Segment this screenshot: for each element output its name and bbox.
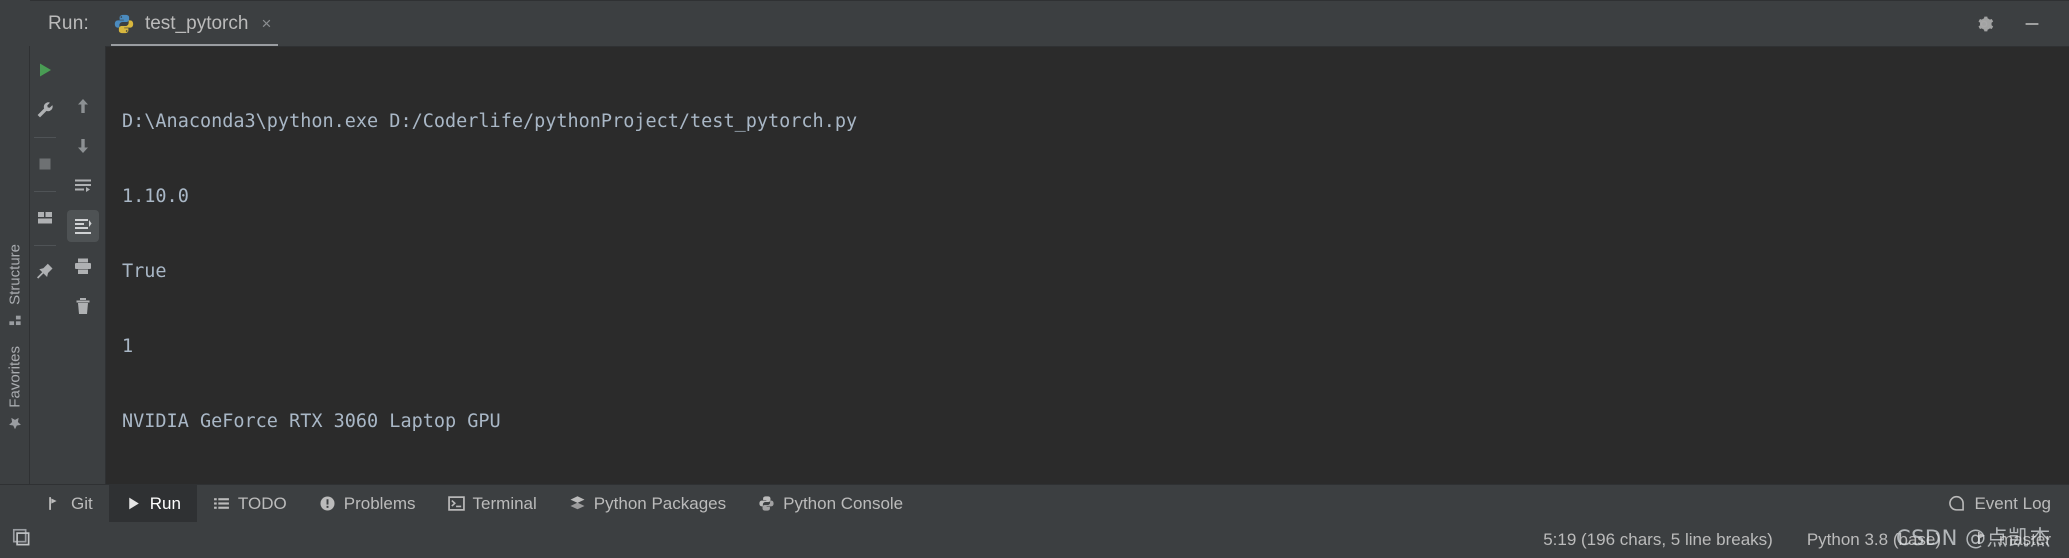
rerun-button[interactable] [29, 54, 61, 86]
console-line: True [122, 261, 167, 282]
event-log-button[interactable]: Event Log [1948, 494, 2051, 514]
toolbar-separator [34, 137, 56, 138]
run-toolbar-primary [30, 46, 60, 484]
run-label: Run: [48, 12, 89, 34]
balloon-icon [1948, 495, 1965, 512]
tab-git-label: Git [71, 493, 93, 513]
todo-list-icon [213, 495, 230, 512]
tab-terminal-label: Terminal [472, 493, 537, 513]
status-bar: 5:19 (196 chars, 5 line breaks) Python 3… [0, 522, 2069, 558]
sidebar-item-favorites[interactable]: Favorites [6, 346, 23, 431]
left-tool-stripe: Structure Favorites [0, 46, 30, 484]
run-tab-test-pytorch[interactable]: test_pytorch × [103, 1, 286, 47]
terminal-icon [447, 495, 465, 512]
git-branch-icon [46, 495, 63, 512]
scroll-to-end-button[interactable] [66, 210, 99, 242]
event-log-label: Event Log [1974, 493, 2051, 513]
header-right-controls [1973, 13, 2069, 35]
stop-button[interactable] [29, 148, 61, 180]
header-left-gutter [0, 0, 30, 46]
structure-icon [7, 313, 22, 328]
python-file-icon [113, 13, 135, 35]
edit-configurations-button[interactable] [29, 94, 61, 126]
tab-run-label: Run [149, 493, 181, 513]
gear-icon[interactable] [1973, 13, 1995, 35]
tab-python-console-label: Python Console [783, 493, 904, 513]
minimize-icon[interactable] [2021, 13, 2043, 35]
star-icon [7, 416, 22, 431]
play-icon [125, 495, 142, 512]
tab-terminal[interactable]: Terminal [432, 485, 553, 522]
sidebar-item-structure[interactable]: Structure [6, 244, 23, 328]
packages-icon [569, 495, 586, 512]
tab-python-console[interactable]: Python Console [742, 485, 919, 522]
console-line: NVIDIA GeForce RTX 3060 Laptop GPU [122, 411, 501, 432]
vcs-branch-widget[interactable]: master [1975, 530, 2051, 551]
toolbar-separator [34, 245, 56, 246]
tab-python-packages-label: Python Packages [593, 493, 727, 513]
python-console-icon [758, 495, 775, 512]
header-main: Run: test_pytorch × [30, 0, 2069, 47]
soft-wrap-button[interactable] [67, 170, 99, 202]
git-branch-icon [1975, 530, 1991, 551]
problems-icon [319, 495, 336, 512]
status-bar-right: 5:19 (196 chars, 5 line breaks) Python 3… [1543, 530, 2069, 551]
console-line: 1.10.0 [122, 186, 189, 207]
down-the-stack-trace-button[interactable] [67, 130, 99, 162]
run-toolbar-secondary [60, 46, 105, 484]
tab-todo-label: TODO [237, 493, 287, 513]
caret-position[interactable]: 5:19 (196 chars, 5 line breaks) [1543, 530, 1773, 550]
python-interpreter-widget[interactable]: Python 3.8 (base) [1807, 530, 1941, 550]
toolbar-separator [34, 191, 56, 192]
run-tab-label: test_pytorch [144, 12, 249, 34]
sidebar-item-structure-label: Structure [6, 244, 23, 305]
tab-python-packages[interactable]: Python Packages [553, 485, 742, 522]
vcs-branch-label: master [1999, 530, 2051, 549]
pycharm-run-tool-window: Run: test_pytorch × Structure Favorites … [0, 0, 2069, 558]
status-bar-left [0, 528, 31, 552]
tab-run[interactable]: Run [108, 485, 197, 522]
bottom-bar-right: Event Log [1948, 485, 2069, 522]
console-line: D:\Anaconda3\python.exe D:/Coderlife/pyt… [122, 111, 858, 132]
up-the-stack-trace-button[interactable] [67, 90, 99, 122]
tab-git[interactable]: Git [30, 485, 109, 522]
trash-icon[interactable] [67, 290, 99, 322]
close-icon[interactable]: × [258, 13, 274, 34]
tab-todo[interactable]: TODO [197, 485, 303, 522]
tab-problems-label: Problems [343, 493, 416, 513]
console-text: D:\Anaconda3\python.exe D:/Coderlife/pyt… [106, 47, 2069, 484]
run-toolwindow-body: Structure Favorites D:\Anaconda3\python.… [0, 46, 2069, 484]
console-line: 1 [122, 336, 134, 357]
window-toggle-icon[interactable] [12, 528, 31, 552]
sidebar-item-favorites-label: Favorites [6, 346, 23, 408]
layout-settings-button[interactable] [29, 202, 61, 234]
bottom-tool-window-bar: Git Run TODO Problems Terminal Python Pa… [0, 484, 2069, 522]
pin-tab-button[interactable] [29, 256, 61, 288]
console-output-panel[interactable]: D:\Anaconda3\python.exe D:/Coderlife/pyt… [105, 46, 2069, 484]
tab-problems[interactable]: Problems [303, 485, 432, 522]
run-toolwindow-header: Run: test_pytorch × [0, 0, 2069, 47]
print-button[interactable] [67, 250, 99, 282]
